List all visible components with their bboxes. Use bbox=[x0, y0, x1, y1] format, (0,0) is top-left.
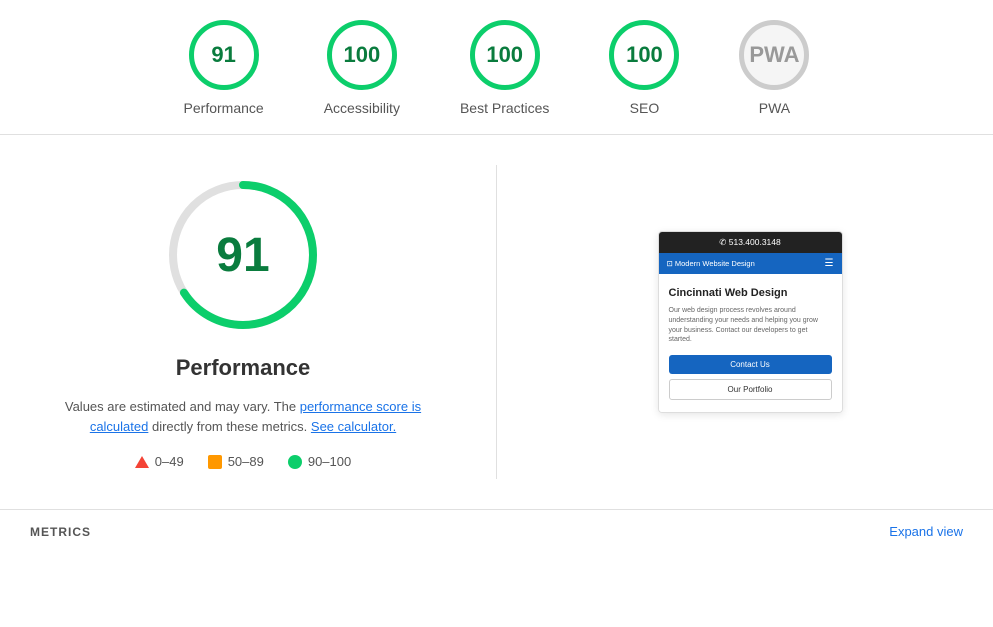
metrics-label: METRICS bbox=[30, 525, 91, 539]
score-value-performance: 91 bbox=[211, 42, 235, 68]
score-item-accessibility[interactable]: 100 Accessibility bbox=[324, 20, 400, 116]
preview-topbar: ✆ 513.400.3148 bbox=[659, 232, 842, 253]
score-label-accessibility: Accessibility bbox=[324, 100, 400, 116]
preview-navbar: ⊡ Modern Website Design ☰ bbox=[659, 253, 842, 274]
desc-mid: directly from these metrics. bbox=[148, 419, 311, 434]
legend-range-green: 90–100 bbox=[308, 454, 351, 469]
score-circle-best-practices: 100 bbox=[470, 20, 540, 90]
preview-body: Cincinnati Web Design Our web design pro… bbox=[659, 274, 842, 412]
left-panel: 91 Performance Values are estimated and … bbox=[0, 165, 486, 479]
preview-portfolio-button[interactable]: Our Portfolio bbox=[669, 379, 832, 400]
vertical-divider bbox=[496, 165, 497, 479]
score-circle-accessibility: 100 bbox=[327, 20, 397, 90]
score-label-pwa: PWA bbox=[759, 100, 790, 116]
legend-item-orange: 50–89 bbox=[208, 454, 264, 469]
score-circle-seo: 100 bbox=[609, 20, 679, 90]
legend-item-red: 0–49 bbox=[135, 454, 184, 469]
big-score-circle: 91 bbox=[163, 175, 323, 335]
metrics-bar: METRICS Expand view bbox=[0, 509, 993, 553]
preview-heading: Cincinnati Web Design bbox=[669, 286, 832, 300]
legend-item-green: 90–100 bbox=[288, 454, 351, 469]
score-value-seo: 100 bbox=[626, 42, 663, 68]
score-item-pwa[interactable]: PWA PWA bbox=[739, 20, 809, 116]
green-dot-icon bbox=[288, 455, 302, 469]
performance-description: Values are estimated and may vary. The p… bbox=[53, 397, 433, 436]
score-value-pwa: PWA bbox=[749, 42, 799, 68]
preview-nav-logo: ⊡ Modern Website Design bbox=[667, 259, 755, 268]
score-label-seo: SEO bbox=[630, 100, 660, 116]
scores-bar: 91 Performance 100 Accessibility 100 Bes… bbox=[0, 0, 993, 135]
preview-body-text: Our web design process revolves around u… bbox=[669, 306, 832, 345]
score-value-accessibility: 100 bbox=[343, 42, 380, 68]
score-label-performance: Performance bbox=[184, 100, 264, 116]
score-circle-pwa: PWA bbox=[739, 20, 809, 90]
score-circle-performance: 91 bbox=[189, 20, 259, 90]
big-score-value: 91 bbox=[216, 228, 269, 283]
orange-square-icon bbox=[208, 455, 222, 469]
performance-title: Performance bbox=[176, 355, 311, 381]
main-content: 91 Performance Values are estimated and … bbox=[0, 135, 993, 509]
hamburger-icon: ☰ bbox=[825, 258, 834, 269]
desc-text: Values are estimated and may vary. The bbox=[65, 399, 300, 414]
legend: 0–49 50–89 90–100 bbox=[135, 454, 351, 469]
score-label-best-practices: Best Practices bbox=[460, 100, 549, 116]
website-preview-card: ✆ 513.400.3148 ⊡ Modern Website Design ☰… bbox=[658, 231, 843, 413]
score-value-best-practices: 100 bbox=[486, 42, 523, 68]
calculator-link[interactable]: See calculator. bbox=[311, 419, 396, 434]
right-panel: ✆ 513.400.3148 ⊡ Modern Website Design ☰… bbox=[507, 165, 993, 479]
red-triangle-icon bbox=[135, 456, 149, 468]
legend-range-orange: 50–89 bbox=[228, 454, 264, 469]
score-item-performance[interactable]: 91 Performance bbox=[184, 20, 264, 116]
preview-phone: ✆ 513.400.3148 bbox=[719, 237, 780, 247]
preview-contact-button[interactable]: Contact Us bbox=[669, 355, 832, 374]
expand-view-button[interactable]: Expand view bbox=[889, 524, 963, 539]
score-item-best-practices[interactable]: 100 Best Practices bbox=[460, 20, 549, 116]
score-item-seo[interactable]: 100 SEO bbox=[609, 20, 679, 116]
legend-range-red: 0–49 bbox=[155, 454, 184, 469]
